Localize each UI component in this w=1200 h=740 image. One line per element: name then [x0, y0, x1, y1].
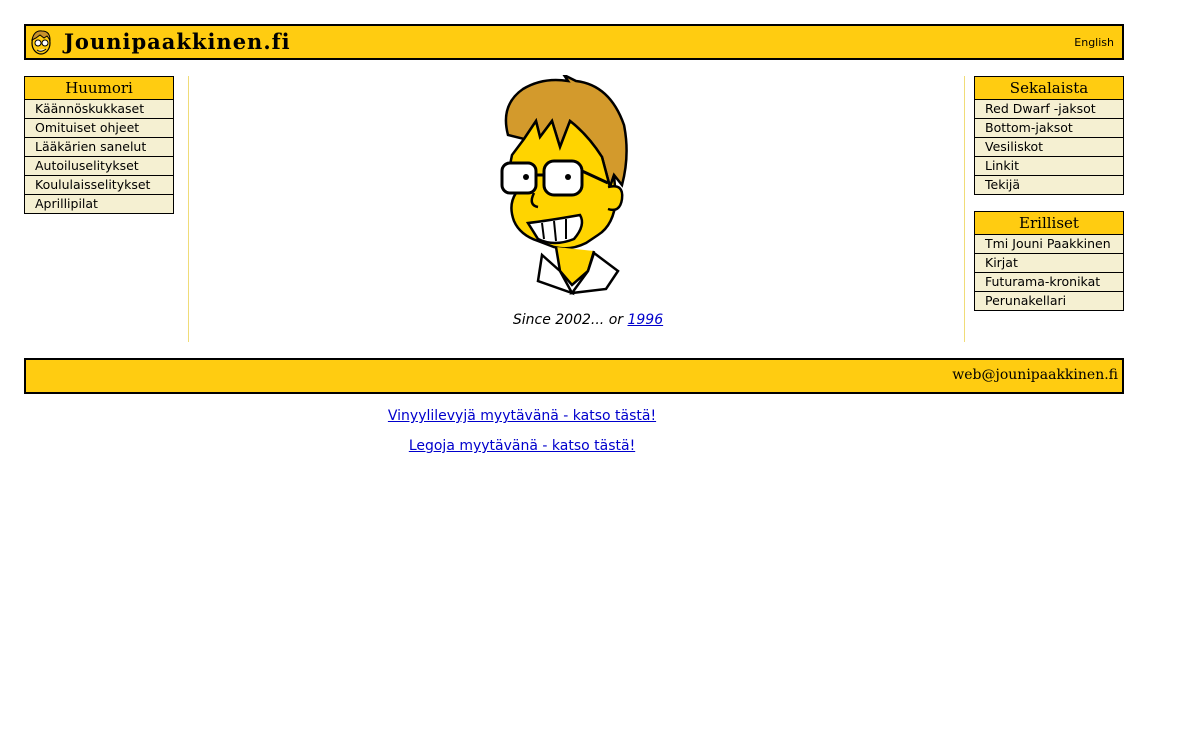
since-caption: Since 2002... or 1996 — [0, 312, 1200, 328]
menu-humor: Huumori Käännöskukkaset Omituiset ohjeet… — [24, 76, 174, 214]
menu-item-laakarien-sanelut[interactable]: Lääkärien sanelut — [25, 138, 173, 157]
menu-misc-title: Sekalaista — [975, 77, 1123, 100]
menu-item-linkit[interactable]: Linkit — [975, 157, 1123, 176]
left-divider — [188, 76, 189, 342]
lego-sale-link[interactable]: Legoja myytävänä - katso tästä! — [0, 438, 1044, 454]
menu-item-aprillipilat[interactable]: Aprillipilat — [25, 195, 173, 213]
menu-item-autoiluselitykset[interactable]: Autoiluselitykset — [25, 157, 173, 176]
language-link-english[interactable]: English — [1074, 36, 1114, 49]
since-text: Since 2002... or — [512, 312, 624, 328]
menu-item-tekija[interactable]: Tekijä — [975, 176, 1123, 194]
menu-separate-title: Erilliset — [975, 212, 1123, 235]
menu-item-bottom[interactable]: Bottom-jaksot — [975, 119, 1123, 138]
footer-email-link[interactable]: web@jounipaakkinen.fi — [952, 367, 1118, 383]
menu-item-vesiliskot[interactable]: Vesiliskot — [975, 138, 1123, 157]
cartoon-face-logo-icon[interactable] — [29, 28, 53, 56]
menu-item-kaannoskukkaset[interactable]: Käännöskukkaset — [25, 100, 173, 119]
menu-misc: Sekalaista Red Dwarf -jaksot Bottom-jaks… — [974, 76, 1124, 195]
menu-humor-title: Huumori — [25, 77, 173, 100]
site-title[interactable]: Jounipaakkinen.fi — [64, 29, 291, 54]
header-bar: Jounipaakkinen.fi English — [24, 24, 1124, 60]
footer-bar: web@jounipaakkinen.fi — [24, 358, 1124, 394]
vinyl-sale-link[interactable]: Vinyylilevyjä myytävänä - katso tästä! — [0, 408, 1044, 424]
menu-item-koululaisselitykset[interactable]: Koululaisselitykset — [25, 176, 173, 195]
menu-item-kirjat[interactable]: Kirjat — [975, 254, 1123, 273]
menu-separate: Erilliset Tmi Jouni Paakkinen Kirjat Fut… — [974, 211, 1124, 311]
menu-item-perunakellari[interactable]: Perunakellari — [975, 292, 1123, 310]
menu-item-tmi-jouni-paakkinen[interactable]: Tmi Jouni Paakkinen — [975, 235, 1123, 254]
right-divider — [964, 76, 965, 342]
cartoon-portrait-image — [500, 75, 628, 296]
menu-item-futurama[interactable]: Futurama-kronikat — [975, 273, 1123, 292]
menu-item-omituiset-ohjeet[interactable]: Omituiset ohjeet — [25, 119, 173, 138]
since-1996-link[interactable]: 1996 — [627, 312, 663, 328]
menu-item-red-dwarf[interactable]: Red Dwarf -jaksot — [975, 100, 1123, 119]
